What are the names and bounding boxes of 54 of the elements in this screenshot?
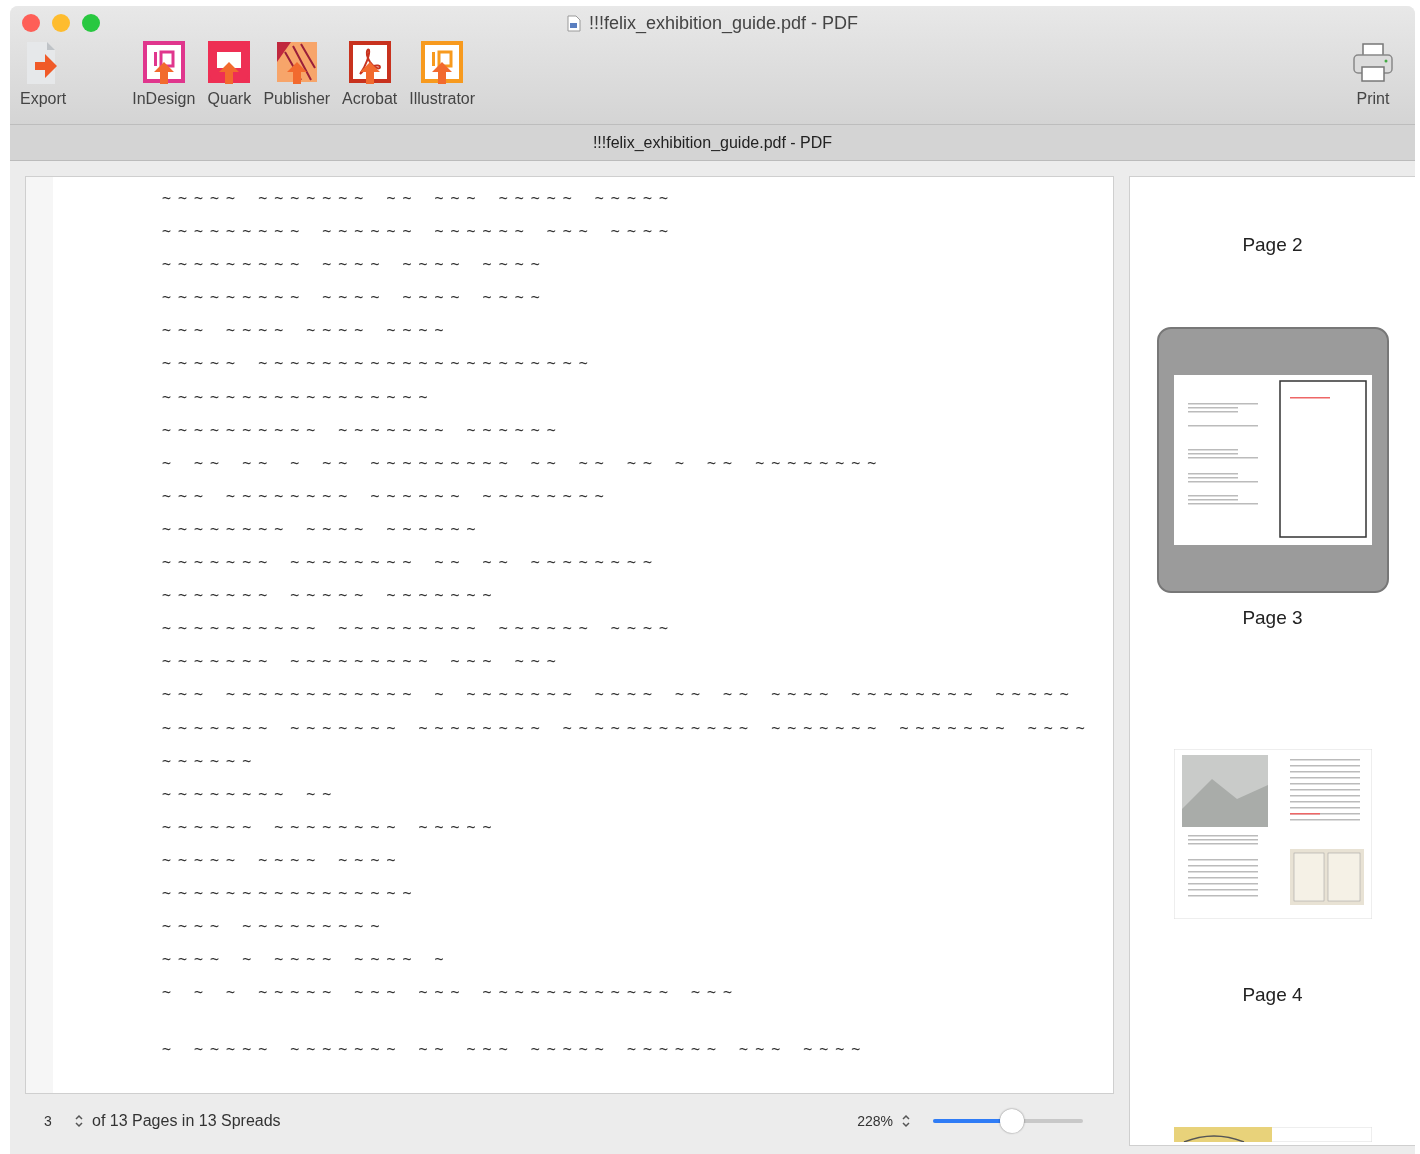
text-line: ~~~~~~ (162, 750, 260, 772)
text-line: ~~~~~~~~~~ ~~~~~~~ ~~~~~~ (162, 419, 564, 441)
toolbar-button[interactable]: Publisher (261, 40, 333, 108)
text-line: ~~~ ~~~~ ~~~~ ~~~~ (162, 320, 452, 342)
toolbar-button[interactable]: InDesign (130, 40, 198, 108)
toolbar-button[interactable]: Illustrator (407, 40, 478, 108)
zoom-field[interactable]: 228% (857, 1113, 893, 1129)
toolbar-button[interactable]: Export (18, 40, 69, 108)
text-line: ~~~~~~~ ~~~~~~~~ ~~ ~~ ~~~~~~~~ (162, 552, 660, 574)
selected-thumbnail[interactable] (1156, 327, 1389, 593)
text-line: ~~~~~~~ ~~~~~~~~~ ~~~ ~~~ (162, 651, 564, 673)
app-export-icon (207, 40, 252, 86)
text-line: ~ ~~ ~~ ~ ~~ ~~~~~~~~~ ~~ ~~ ~~ ~ ~~ ~~~~~~~~ (162, 452, 885, 474)
text-line: ~~~~~~~ ~~~~~~~ ~~~~~~~~ ~~~~~~~~~~~~ ~~~~~~~ ~~~~~~~ ~~~~ (162, 717, 1092, 739)
text-line: ~~~~~~~ ~~~~~ ~~~~~~~ (162, 585, 500, 607)
close-window-button[interactable] (22, 14, 40, 32)
page-thumbnail[interactable] (1172, 748, 1373, 920)
page-label: Page 3 (1242, 607, 1303, 629)
text-line: ~~~~ ~~~~~~~~~ (162, 916, 388, 938)
document-tab[interactable]: !!!felix_exhibition_guide.pdf - PDF (10, 125, 1415, 161)
text-line: ~~~ ~~~~~~~~~~~~ ~ ~~~~~~~ ~~~~ ~~ ~~ ~~~~ ~~~~~~~~ ~~~~~ (162, 684, 1077, 706)
text-line: ~~~~~ ~~~~~~~~~~~~~~~~~~~~~ (162, 353, 596, 375)
zoom-slider[interactable] (933, 1109, 1083, 1133)
text-line: ~~~~~~~~~ ~~~~ ~~~~ ~~~~ (162, 254, 548, 276)
app-export-icon (420, 40, 465, 86)
text-line: ~~~~~~~~~ ~~~~~~ ~~~~~~ ~~~ ~~~~ (162, 221, 676, 243)
app-export-icon (274, 40, 319, 86)
toolbar-button[interactable]: Acrobat (340, 40, 400, 108)
text-line: ~~~~~~~~~~~~~~~~ (162, 882, 420, 904)
text-line: ~~~~~~~~~ ~~~~ ~~~~ ~~~~ (162, 287, 548, 309)
text-line: ~~~ ~~~~~~~~ ~~~~~~ ~~~~~~~~ (162, 485, 612, 507)
stepper-icon[interactable] (901, 1113, 911, 1129)
text-line: ~~~~~~~~~~~~~~~~~ (162, 386, 436, 408)
text-line: ~~~~~~~~ ~~ (162, 783, 340, 805)
page-number-field[interactable]: 3 (44, 1113, 74, 1129)
text-line: ~~~~ ~ ~~~~ ~~~~ ~ (162, 949, 452, 971)
text-line: ~~~~~ ~~~~ ~~~~ (162, 849, 404, 871)
page-count-text: of 13 Pages in 13 Spreads (92, 1112, 281, 1130)
text-line: ~ ~~~~~ ~~~~~~~ ~~ ~~~ ~~~~~ ~~~~~~ ~~~ ~~~~ (162, 1039, 869, 1061)
text-line: ~~~~~~ ~~~~~~~~ ~~~~~ (162, 816, 500, 838)
text-line: ~~~~~ ~~~~~~~ ~~ ~~~ ~~~~~ ~~~~~ (162, 188, 676, 209)
stepper-icon[interactable] (74, 1113, 84, 1129)
page-label: Page 2 (1242, 234, 1303, 256)
toolbar-button[interactable]: Quark (205, 40, 254, 108)
app-export-icon (141, 40, 186, 86)
window-title: !!!felix_exhibition_guide.pdf - PDF (588, 12, 859, 34)
text-line: ~~~~~~~~ ~~~~ ~~~~~~ (162, 518, 484, 540)
page-thumbnail[interactable] (1172, 1126, 1373, 1143)
document-icon (566, 14, 581, 32)
text-line: ~ ~ ~ ~~~~~ ~~~ ~~~ ~~~~~~~~~~~~ ~~~ (162, 982, 741, 1004)
page-label: Page 4 (1242, 984, 1303, 1006)
app-export-icon (347, 40, 392, 86)
text-line: ~~~~~~~~~~ ~~~~~~~~~ ~~~~~~ ~~~~ (162, 618, 676, 640)
print-button[interactable]: Print (1349, 40, 1397, 108)
